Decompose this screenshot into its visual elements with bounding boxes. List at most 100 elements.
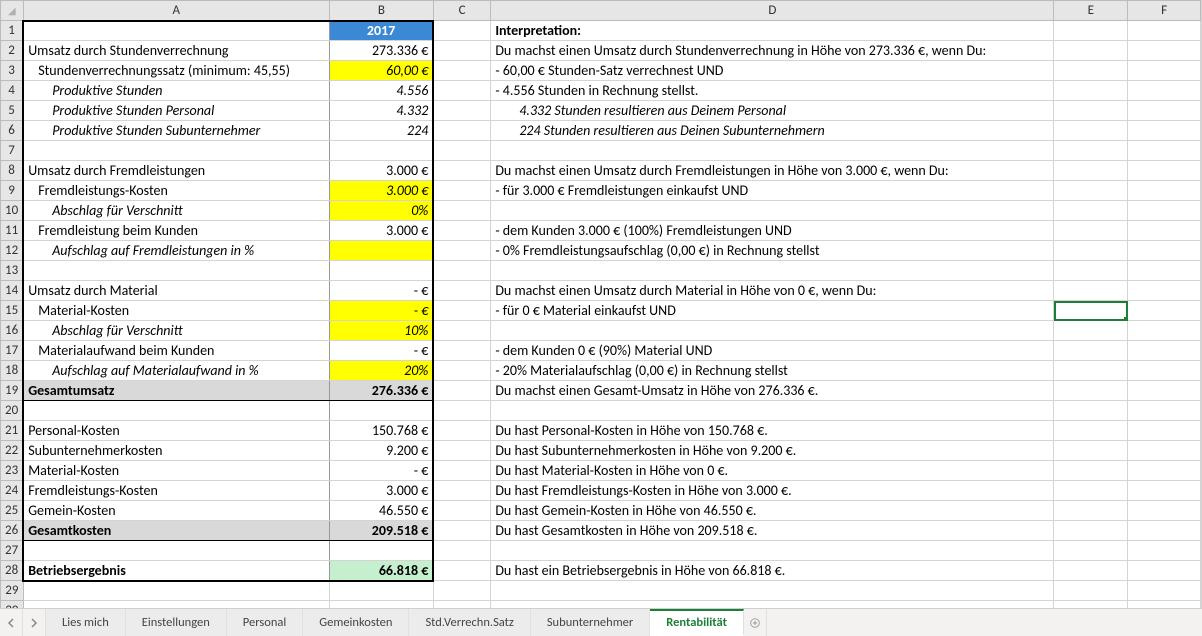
cell-A27[interactable] xyxy=(23,541,329,561)
cell-F7[interactable] xyxy=(1128,141,1201,161)
cell-F15[interactable] xyxy=(1128,301,1201,321)
row-header-22[interactable]: 22 xyxy=(1,441,24,461)
cell-D5[interactable]: 4.332 Stunden resultieren aus Deinem Per… xyxy=(491,101,1054,121)
col-header-A[interactable]: A xyxy=(23,1,329,21)
cell-F14[interactable] xyxy=(1128,281,1201,301)
cell-D25[interactable]: Du hast Gemein-Kosten in Höhe von 46.550… xyxy=(491,501,1054,521)
cell-B6[interactable]: 224 xyxy=(329,121,433,141)
cell-F18[interactable] xyxy=(1128,361,1201,381)
col-header-F[interactable]: F xyxy=(1128,1,1201,21)
cell-E7[interactable] xyxy=(1054,141,1128,161)
row-header-3[interactable]: 3 xyxy=(1,61,24,81)
cell-F5[interactable] xyxy=(1128,101,1201,121)
cell-F17[interactable] xyxy=(1128,341,1201,361)
cell-C25[interactable] xyxy=(433,501,491,521)
cell-C12[interactable] xyxy=(433,241,491,261)
cell-F30[interactable] xyxy=(1128,601,1201,609)
row-header-8[interactable]: 8 xyxy=(1,161,24,181)
cell-D13[interactable] xyxy=(491,261,1054,281)
cell-C17[interactable] xyxy=(433,341,491,361)
cell-B3[interactable]: 60,00 € xyxy=(329,61,433,81)
cell-F19[interactable] xyxy=(1128,381,1201,401)
cell-B1[interactable]: 2017 xyxy=(329,21,433,41)
cell-F4[interactable] xyxy=(1128,81,1201,101)
cell-B13[interactable] xyxy=(329,261,433,281)
row-header-2[interactable]: 2 xyxy=(1,41,24,61)
cell-C18[interactable] xyxy=(433,361,491,381)
cell-A13[interactable] xyxy=(23,261,329,281)
cell-E8[interactable] xyxy=(1054,161,1128,181)
sheet-tab-lies-mich[interactable]: Lies mich xyxy=(46,609,126,636)
cell-D17[interactable]: - dem Kunden 0 € (90%) Material UND xyxy=(491,341,1054,361)
cell-B18[interactable]: 20% xyxy=(329,361,433,381)
row-header-4[interactable]: 4 xyxy=(1,81,24,101)
cell-C3[interactable] xyxy=(433,61,491,81)
cell-D29[interactable] xyxy=(491,581,1054,601)
cell-D4[interactable]: - 4.556 Stunden in Rechnung stellst. xyxy=(491,81,1054,101)
cell-B28[interactable]: 66.818 € xyxy=(329,561,433,581)
cell-B21[interactable]: 150.768 € xyxy=(329,421,433,441)
cell-F22[interactable] xyxy=(1128,441,1201,461)
row-header-11[interactable]: 11 xyxy=(1,221,24,241)
cell-D28[interactable]: Du hast ein Betriebsergebnis in Höhe von… xyxy=(491,561,1054,581)
row-header-21[interactable]: 21 xyxy=(1,421,24,441)
cell-F3[interactable] xyxy=(1128,61,1201,81)
sheet-tab-rentabilit-t[interactable]: Rentabilität xyxy=(650,609,744,636)
cell-A29[interactable] xyxy=(23,581,329,601)
cell-E22[interactable] xyxy=(1054,441,1128,461)
cell-B27[interactable] xyxy=(329,541,433,561)
cell-B14[interactable]: - € xyxy=(329,281,433,301)
sheet-tab-einstellungen[interactable]: Einstellungen xyxy=(126,609,227,636)
cell-E30[interactable] xyxy=(1054,601,1128,609)
cell-D19[interactable]: Du machst einen Gesamt-Umsatz in Höhe vo… xyxy=(491,381,1054,401)
cell-E9[interactable] xyxy=(1054,181,1128,201)
cell-E25[interactable] xyxy=(1054,501,1128,521)
cell-F27[interactable] xyxy=(1128,541,1201,561)
spreadsheet-grid-scroll[interactable]: ◢ABCDEF12017Interpretation:2Umsatz durch… xyxy=(0,0,1202,608)
cell-A20[interactable] xyxy=(23,401,329,421)
row-header-13[interactable]: 13 xyxy=(1,261,24,281)
row-header-6[interactable]: 6 xyxy=(1,121,24,141)
cell-A23[interactable]: Material-Kosten xyxy=(23,461,329,481)
row-header-17[interactable]: 17 xyxy=(1,341,24,361)
cell-C8[interactable] xyxy=(433,161,491,181)
cell-E29[interactable] xyxy=(1054,581,1128,601)
col-header-C[interactable]: C xyxy=(433,1,491,21)
cell-A6[interactable]: Produktive Stunden Subunternehmer xyxy=(23,121,329,141)
cell-B4[interactable]: 4.556 xyxy=(329,81,433,101)
cell-A17[interactable]: Materialaufwand beim Kunden xyxy=(23,341,329,361)
cell-C5[interactable] xyxy=(433,101,491,121)
cell-F16[interactable] xyxy=(1128,321,1201,341)
cell-C1[interactable] xyxy=(433,21,491,41)
tab-nav-next[interactable] xyxy=(23,609,46,636)
row-header-15[interactable]: 15 xyxy=(1,301,24,321)
cell-B9[interactable]: 3.000 € xyxy=(329,181,433,201)
row-header-12[interactable]: 12 xyxy=(1,241,24,261)
row-header-26[interactable]: 26 xyxy=(1,521,24,541)
cell-E18[interactable] xyxy=(1054,361,1128,381)
cell-D3[interactable]: - 60,00 € Stunden-Satz verrechnest UND xyxy=(491,61,1054,81)
cell-A14[interactable]: Umsatz durch Material xyxy=(23,281,329,301)
cell-A9[interactable]: Fremdleistungs-Kosten xyxy=(23,181,329,201)
row-header-18[interactable]: 18 xyxy=(1,361,24,381)
cell-A2[interactable]: Umsatz durch Stundenverrechnung xyxy=(23,41,329,61)
cell-C15[interactable] xyxy=(433,301,491,321)
cell-C2[interactable] xyxy=(433,41,491,61)
cell-B23[interactable]: - € xyxy=(329,461,433,481)
cell-F26[interactable] xyxy=(1128,521,1201,541)
cell-E1[interactable] xyxy=(1054,21,1128,41)
cell-E15[interactable] xyxy=(1054,301,1128,321)
cell-D8[interactable]: Du machst einen Umsatz durch Fremdleistu… xyxy=(491,161,1054,181)
cell-B17[interactable]: - € xyxy=(329,341,433,361)
cell-C6[interactable] xyxy=(433,121,491,141)
cell-F29[interactable] xyxy=(1128,581,1201,601)
cell-A30[interactable] xyxy=(23,601,329,609)
cell-E21[interactable] xyxy=(1054,421,1128,441)
cell-C29[interactable] xyxy=(433,581,491,601)
cell-A16[interactable]: Abschlag für Verschnitt xyxy=(23,321,329,341)
cell-D12[interactable]: - 0% Fremdleistungsaufschlag (0,00 €) in… xyxy=(491,241,1054,261)
cell-C23[interactable] xyxy=(433,461,491,481)
cell-E13[interactable] xyxy=(1054,261,1128,281)
cell-F2[interactable] xyxy=(1128,41,1201,61)
cell-A4[interactable]: Produktive Stunden xyxy=(23,81,329,101)
